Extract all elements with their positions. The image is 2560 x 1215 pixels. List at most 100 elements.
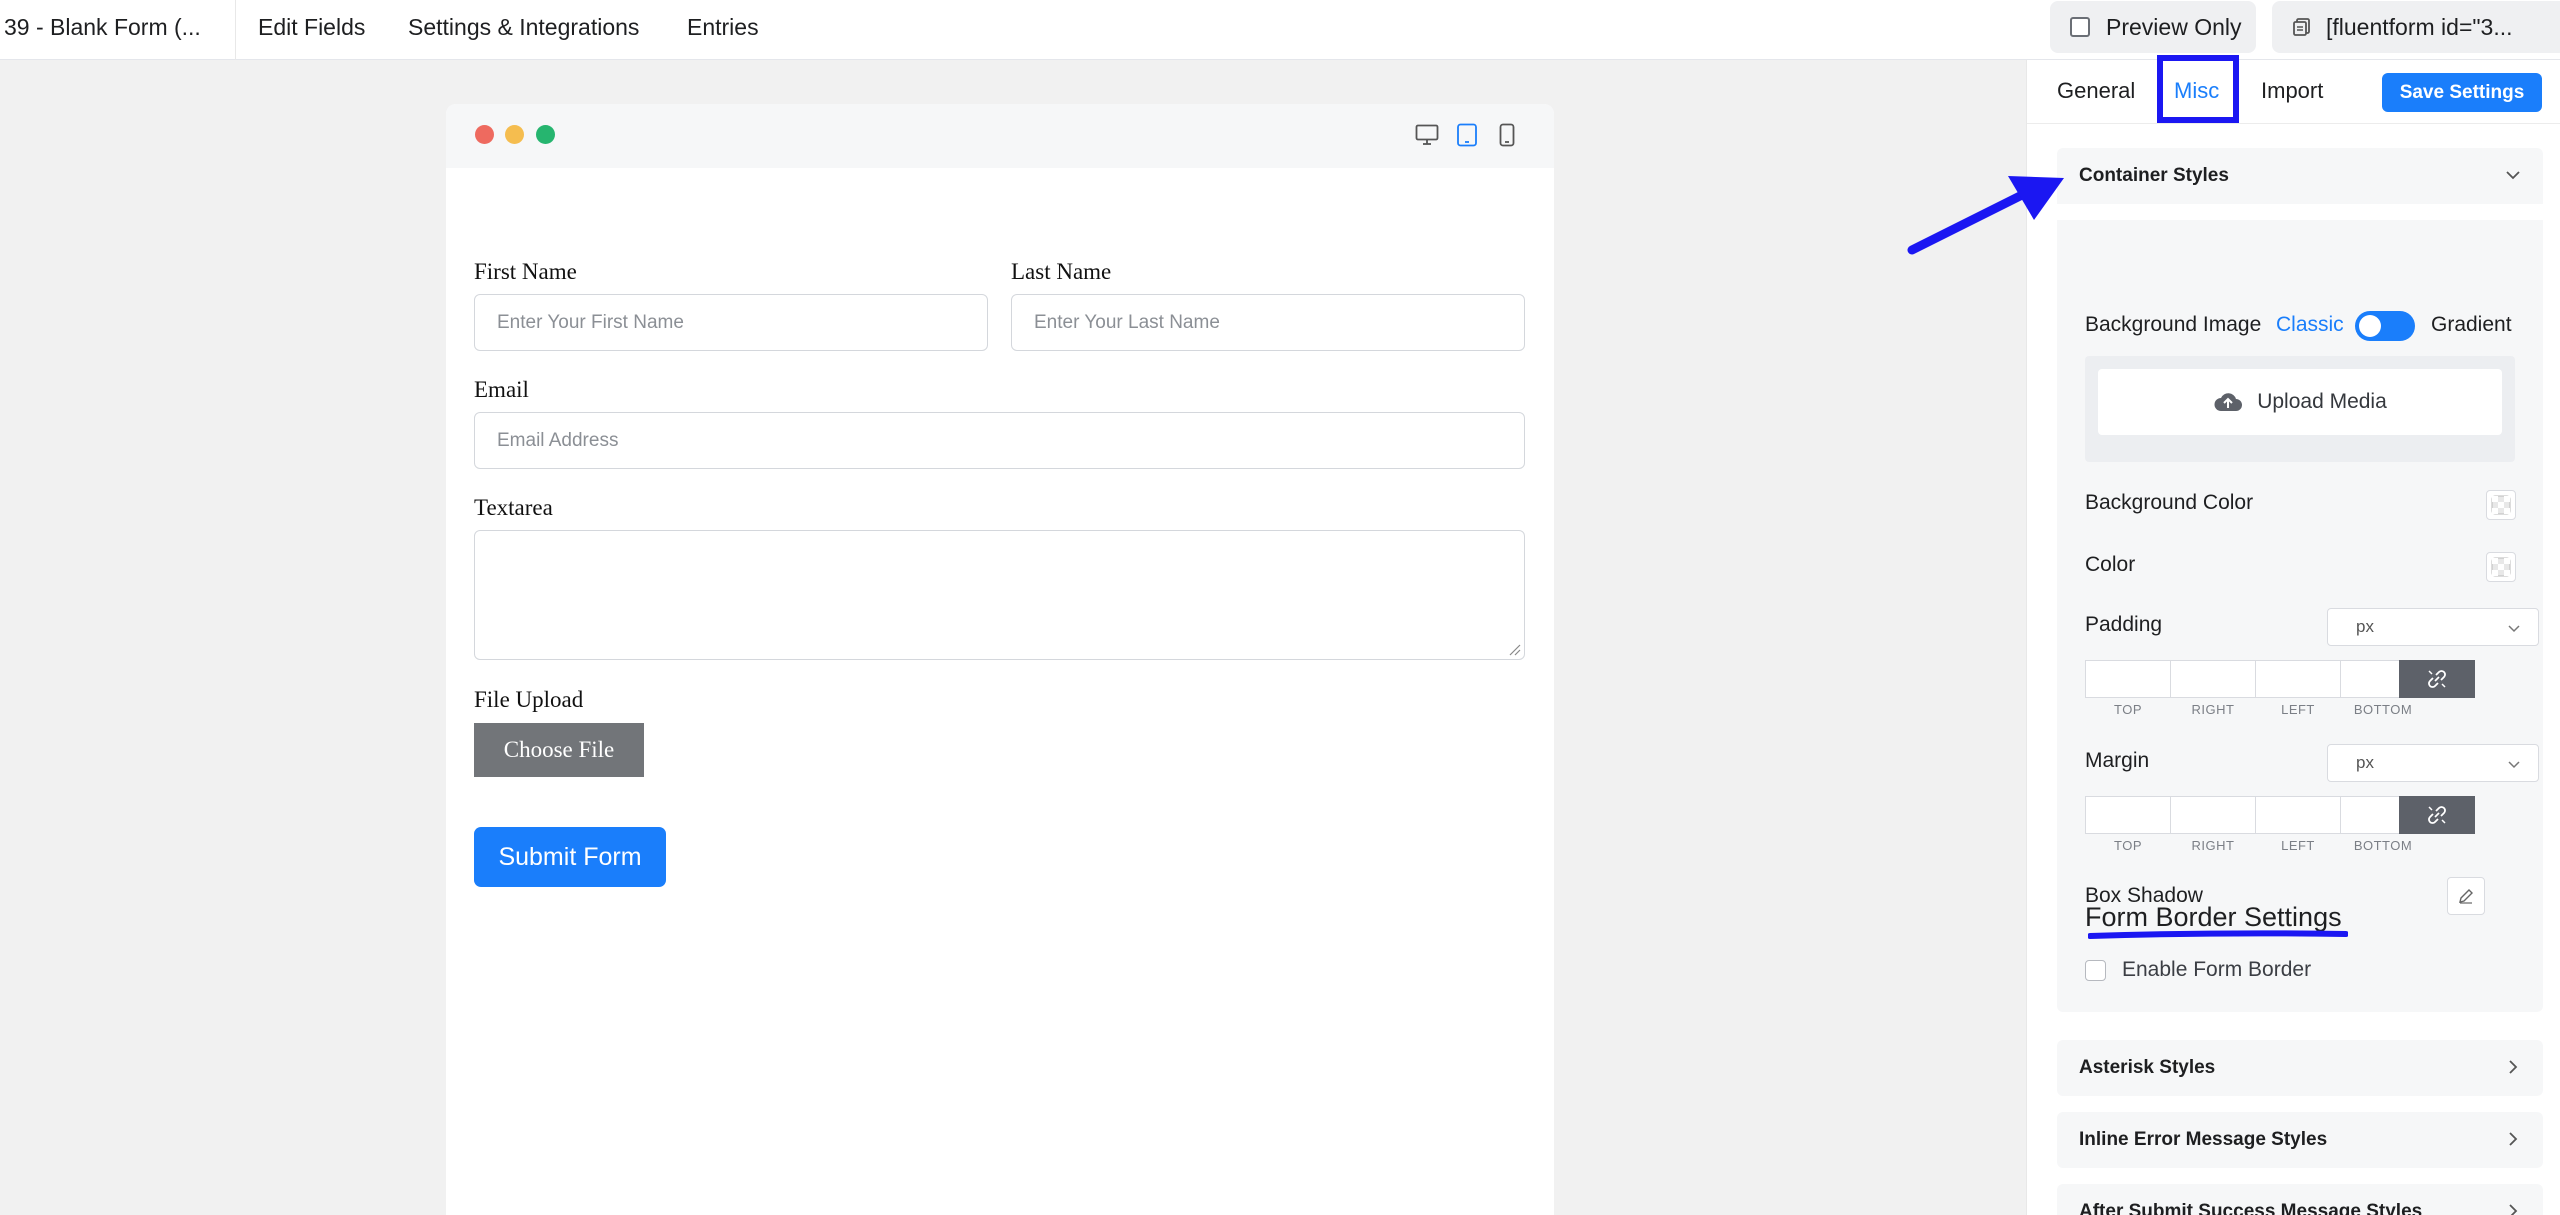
- background-color-label: Background Color: [2085, 491, 2254, 514]
- topbar-divider: [235, 0, 236, 60]
- padding-left-label: LEFT: [2281, 702, 2315, 717]
- chevron-down-icon: [2508, 761, 2520, 769]
- padding-unit-select[interactable]: px: [2327, 608, 2539, 646]
- checkbox-icon[interactable]: [2070, 17, 2090, 37]
- resize-handle-icon[interactable]: [1509, 644, 1521, 656]
- padding-left-input[interactable]: [2255, 660, 2341, 698]
- enable-form-border-toggle[interactable]: Enable Form Border: [2085, 958, 2311, 982]
- asterisk-styles-header[interactable]: Asterisk Styles: [2057, 1040, 2543, 1096]
- gradient-option[interactable]: Gradient: [2431, 313, 2512, 337]
- nav-entries[interactable]: Entries: [687, 14, 759, 41]
- save-settings-button[interactable]: Save Settings: [2382, 73, 2542, 112]
- tablet-view-button[interactable]: [1452, 120, 1482, 150]
- choose-file-button[interactable]: Choose File: [474, 723, 644, 777]
- email-input[interactable]: Email Address: [474, 412, 1525, 469]
- chevron-right-icon: [2509, 1204, 2518, 1215]
- chevron-down-icon: [2506, 171, 2520, 180]
- underline-annotation: [2088, 930, 2348, 939]
- after-submit-styles-title: After Submit Success Message Styles: [2079, 1201, 2423, 1215]
- upload-media-area: Upload Media: [2085, 356, 2515, 462]
- preview-header: [446, 104, 1554, 168]
- bg-type-toggle[interactable]: [2355, 311, 2415, 341]
- margin-link-button[interactable]: [2399, 796, 2475, 834]
- form-title: 39 - Blank Form (...: [4, 14, 201, 40]
- first-name-label: First Name: [474, 259, 577, 284]
- chevron-down-icon: [2508, 625, 2520, 633]
- pencil-icon: [2459, 889, 2473, 904]
- nav-settings-integrations[interactable]: Settings & Integrations: [408, 14, 639, 41]
- first-name-input[interactable]: Enter Your First Name: [474, 294, 988, 351]
- shortcode-copy-button[interactable]: [fluentform id="3...: [2272, 1, 2560, 53]
- top-bar: 39 - Blank Form (... Edit Fields Setting…: [0, 0, 2560, 60]
- padding-bottom-label: BOTTOM: [2353, 702, 2413, 717]
- margin-top-input[interactable]: [2085, 796, 2171, 834]
- margin-label: Margin: [2085, 749, 2150, 772]
- submit-form-button[interactable]: Submit Form: [474, 827, 666, 887]
- box-shadow-edit-button[interactable]: [2447, 877, 2485, 915]
- window-dot-red: [475, 125, 494, 144]
- arrow-annotation: [1907, 176, 2064, 255]
- last-name-input[interactable]: Enter Your Last Name: [1011, 294, 1525, 351]
- window-dot-green: [536, 125, 555, 144]
- margin-right-input[interactable]: [2170, 796, 2256, 834]
- padding-label: Padding: [2085, 613, 2163, 636]
- margin-right-label: RIGHT: [2191, 838, 2235, 853]
- margin-unit-value: px: [2356, 753, 2374, 772]
- padding-right-label: RIGHT: [2191, 702, 2235, 717]
- container-styles-header[interactable]: Container Styles: [2057, 148, 2543, 204]
- copy-icon: [2293, 18, 2310, 36]
- color-swatch-icon: [2491, 557, 2511, 577]
- margin-left-input[interactable]: [2255, 796, 2341, 834]
- unlink-icon: [2428, 670, 2446, 688]
- desktop-view-button[interactable]: [1412, 120, 1442, 150]
- file-upload-label: File Upload: [474, 687, 584, 712]
- email-label: Email: [474, 377, 529, 402]
- tab-import[interactable]: Import: [2261, 78, 2323, 104]
- preview-only-toggle[interactable]: Preview Only: [2050, 1, 2256, 53]
- shortcode-text: [fluentform id="3...: [2326, 13, 2513, 40]
- inline-error-styles-title: Inline Error Message Styles: [2079, 1129, 2328, 1150]
- background-image-label: Background Image: [2085, 313, 2262, 336]
- mobile-view-button[interactable]: [1492, 120, 1522, 150]
- nav-edit-fields[interactable]: Edit Fields: [258, 14, 365, 41]
- background-color-picker[interactable]: [2486, 490, 2516, 520]
- last-name-label: Last Name: [1011, 259, 1112, 284]
- settings-panel: General Misc Import Save Settings Contai…: [2026, 55, 2560, 1215]
- after-submit-styles-header[interactable]: After Submit Success Message Styles: [2057, 1184, 2543, 1215]
- padding-right-input[interactable]: [2170, 660, 2256, 698]
- unlink-icon: [2428, 806, 2446, 824]
- upload-media-button[interactable]: Upload Media: [2098, 369, 2502, 435]
- desktop-icon: [1415, 124, 1439, 145]
- window-dot-yellow: [505, 125, 524, 144]
- classic-option[interactable]: Classic: [2276, 313, 2344, 337]
- upload-cloud-icon: [2214, 393, 2243, 411]
- margin-top-label: TOP: [2114, 838, 2142, 853]
- form-border-settings-title: Form Border Settings: [2085, 902, 2342, 932]
- enable-form-border-label: Enable Form Border: [2122, 958, 2312, 981]
- chevron-right-icon: [2509, 1132, 2518, 1146]
- inline-error-styles-header[interactable]: Inline Error Message Styles: [2057, 1112, 2543, 1168]
- panel-tabs: General Misc Import Save Settings: [2027, 55, 2560, 124]
- form-preview-frame: First Name Enter Your First Name Last Na…: [446, 104, 1554, 1215]
- padding-top-label: TOP: [2114, 702, 2142, 717]
- checkbox-icon[interactable]: [2085, 959, 2106, 981]
- padding-unit-value: px: [2356, 617, 2374, 636]
- upload-media-label: Upload Media: [2257, 390, 2387, 413]
- asterisk-styles-title: Asterisk Styles: [2079, 1057, 2216, 1078]
- color-swatch-icon: [2491, 495, 2511, 515]
- padding-link-button[interactable]: [2399, 660, 2475, 698]
- padding-top-input[interactable]: [2085, 660, 2171, 698]
- margin-left-label: LEFT: [2281, 838, 2315, 853]
- margin-unit-select[interactable]: px: [2327, 744, 2539, 782]
- container-styles-title: Container Styles: [2079, 165, 2229, 186]
- textarea-label: Textarea: [474, 495, 553, 520]
- toggle-knob: [2359, 315, 2381, 337]
- margin-bottom-label: BOTTOM: [2353, 838, 2413, 853]
- tablet-icon: [1457, 123, 1477, 147]
- textarea-input[interactable]: [474, 530, 1525, 660]
- color-label: Color: [2085, 553, 2136, 576]
- preview-only-label: Preview Only: [2106, 13, 2242, 40]
- chevron-right-icon: [2509, 1060, 2518, 1074]
- color-picker[interactable]: [2486, 552, 2516, 582]
- tab-general[interactable]: General: [2057, 78, 2135, 104]
